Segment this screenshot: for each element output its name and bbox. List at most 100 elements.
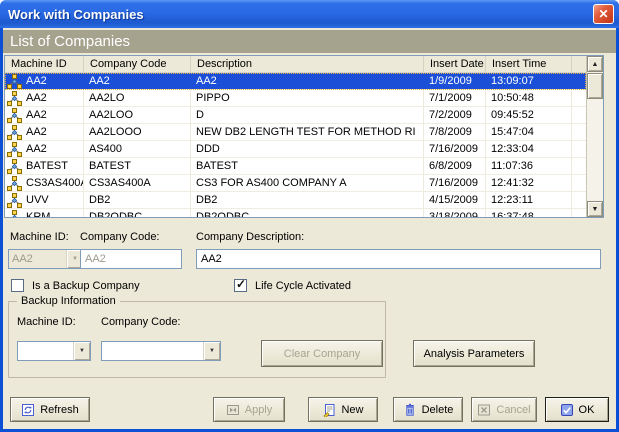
table-row[interactable]: CS3AS400ACS3AS400ACS3 FOR AS400 COMPANY …: [5, 175, 586, 192]
backup-machine-id-combo[interactable]: ▼: [17, 341, 91, 361]
column-header-insert-time[interactable]: Insert Time: [486, 56, 572, 72]
backup-company-code-combo-value: [102, 342, 203, 360]
close-icon: ✕: [598, 8, 608, 20]
cell-description: DB2ODBC: [191, 209, 424, 217]
scroll-up-button[interactable]: ▲: [587, 56, 603, 72]
cell-description: D: [191, 107, 424, 123]
company-description-input[interactable]: [196, 249, 601, 269]
cell-company-code: DB2: [84, 192, 191, 208]
cell-insert-date: 7/16/2009: [424, 141, 486, 157]
table-row[interactable]: BATESTBATESTBATEST6/8/200911:07:36: [5, 158, 586, 175]
company-node-icon: [7, 91, 22, 106]
new-label: New: [341, 404, 363, 416]
cell-machine-id: UVV: [5, 192, 84, 208]
is-backup-company-checkbox[interactable]: ✓: [11, 279, 24, 292]
scroll-thumb[interactable]: [587, 73, 603, 99]
column-header-description[interactable]: Description: [191, 56, 424, 72]
table-row[interactable]: AA2AA2AA21/9/200913:09:07: [5, 73, 586, 90]
cell-description: AA2: [191, 73, 424, 89]
cell-insert-time: 15:47:04: [486, 124, 572, 140]
close-button[interactable]: ✕: [593, 4, 614, 24]
column-header-insert-date[interactable]: Insert Date: [424, 56, 486, 72]
cell-filler: [572, 107, 586, 123]
analysis-parameters-button[interactable]: Analysis Parameters: [413, 340, 535, 367]
cell-insert-time: 12:41:32: [486, 175, 572, 191]
apply-button: Apply: [213, 397, 285, 422]
company-node-icon: [7, 193, 22, 208]
cell-company-code: CS3AS400A: [84, 175, 191, 191]
scroll-down-icon: ▼: [592, 206, 599, 213]
new-button[interactable]: New: [308, 397, 378, 422]
cancel-button: Cancel: [471, 397, 537, 422]
company-code-input: [80, 249, 182, 269]
scroll-up-icon: ▲: [592, 61, 599, 68]
cell-filler: [572, 90, 586, 106]
machine-id-combo: AA2 ▼: [8, 249, 84, 269]
cell-description: DB2: [191, 192, 424, 208]
cell-description: PIPPO: [191, 90, 424, 106]
cell-company-code: DB2ODBC: [84, 209, 191, 217]
cell-company-code: AA2LOOO: [84, 124, 191, 140]
list-of-companies-header: List of Companies: [3, 30, 616, 53]
dropdown-icon: ▼: [209, 348, 215, 354]
table-body: AA2AA2AA21/9/200913:09:07AA2AA2LOPIPPO7/…: [5, 73, 586, 217]
backup-company-code-combo[interactable]: ▼: [101, 341, 221, 361]
cell-company-code: AA2LOO: [84, 107, 191, 123]
cell-insert-date: 1/9/2009: [424, 73, 486, 89]
checkmark-icon: ✓: [236, 277, 246, 291]
backup-company-code-dropdown[interactable]: ▼: [203, 342, 220, 360]
delete-button[interactable]: Delete: [393, 397, 463, 422]
company-node-icon: [7, 108, 22, 123]
cell-company-code: BATEST: [84, 158, 191, 174]
dropdown-icon: ▼: [79, 348, 85, 354]
table-row[interactable]: AA2AA2LOOD7/2/200909:45:52: [5, 107, 586, 124]
cell-filler: [572, 158, 586, 174]
machine-id-combo-value: AA2: [9, 250, 66, 268]
cancel-icon: [477, 403, 491, 417]
table-row[interactable]: AA2AA2LOOONEW DB2 LENGTH TEST FOR METHOD…: [5, 124, 586, 141]
cell-insert-time: 12:23:11: [486, 192, 572, 208]
backup-company-code-label: Company Code:: [101, 316, 181, 328]
cell-machine-id: AA2: [5, 107, 84, 123]
cell-insert-time: 13:09:07: [486, 73, 572, 89]
company-node-icon: [7, 159, 22, 174]
cell-description: BATEST: [191, 158, 424, 174]
column-header-machine-id[interactable]: Machine ID: [5, 56, 84, 72]
clear-company-label: Clear Company: [284, 348, 360, 360]
column-header-company-code[interactable]: Company Code: [84, 56, 191, 72]
cell-filler: [572, 175, 586, 191]
cell-insert-date: 6/8/2009: [424, 158, 486, 174]
is-backup-company-checkrow: ✓ Is a Backup Company: [11, 279, 140, 292]
work-with-companies-dialog: Work with Companies ✕ List of Companies …: [0, 0, 619, 432]
is-backup-company-label: Is a Backup Company: [32, 280, 140, 292]
cell-description: NEW DB2 LENGTH TEST FOR METHOD RI: [191, 124, 424, 140]
ok-button[interactable]: OK: [545, 397, 609, 422]
table-row[interactable]: KRMDB2ODBCDB2ODBC3/18/200916:37:48: [5, 209, 586, 217]
cell-machine-id: AA2: [5, 124, 84, 140]
company-code-label: Company Code:: [80, 231, 160, 243]
table-vertical-scrollbar[interactable]: ▲ ▼: [586, 56, 603, 217]
cell-insert-date: 7/8/2009: [424, 124, 486, 140]
cell-insert-date: 7/1/2009: [424, 90, 486, 106]
dialog-client-area: List of Companies Machine ID Company Cod…: [3, 28, 616, 429]
delete-label: Delete: [422, 404, 454, 416]
life-cycle-activated-checkbox[interactable]: ✓: [234, 279, 247, 292]
cell-insert-time: 09:45:52: [486, 107, 572, 123]
titlebar[interactable]: Work with Companies ✕: [0, 0, 619, 28]
trash-icon: [403, 403, 417, 417]
cell-filler: [572, 73, 586, 89]
table-row[interactable]: AA2AS400DDD7/16/200912:33:04: [5, 141, 586, 158]
cell-insert-date: 7/2/2009: [424, 107, 486, 123]
cell-insert-time: 12:33:04: [486, 141, 572, 157]
cell-filler: [572, 192, 586, 208]
scroll-down-button[interactable]: ▼: [587, 201, 603, 217]
table-row[interactable]: UVVDB2DB24/15/200912:23:11: [5, 192, 586, 209]
clear-company-button: Clear Company: [261, 340, 383, 367]
cell-insert-time: 11:07:36: [486, 158, 572, 174]
table-row[interactable]: AA2AA2LOPIPPO7/1/200910:50:48: [5, 90, 586, 107]
apply-label: Apply: [245, 404, 273, 416]
backup-machine-id-dropdown[interactable]: ▼: [73, 342, 90, 360]
cell-machine-id: CS3AS400A: [5, 175, 84, 191]
company-node-icon: [7, 210, 22, 218]
refresh-button[interactable]: Refresh: [10, 397, 90, 422]
